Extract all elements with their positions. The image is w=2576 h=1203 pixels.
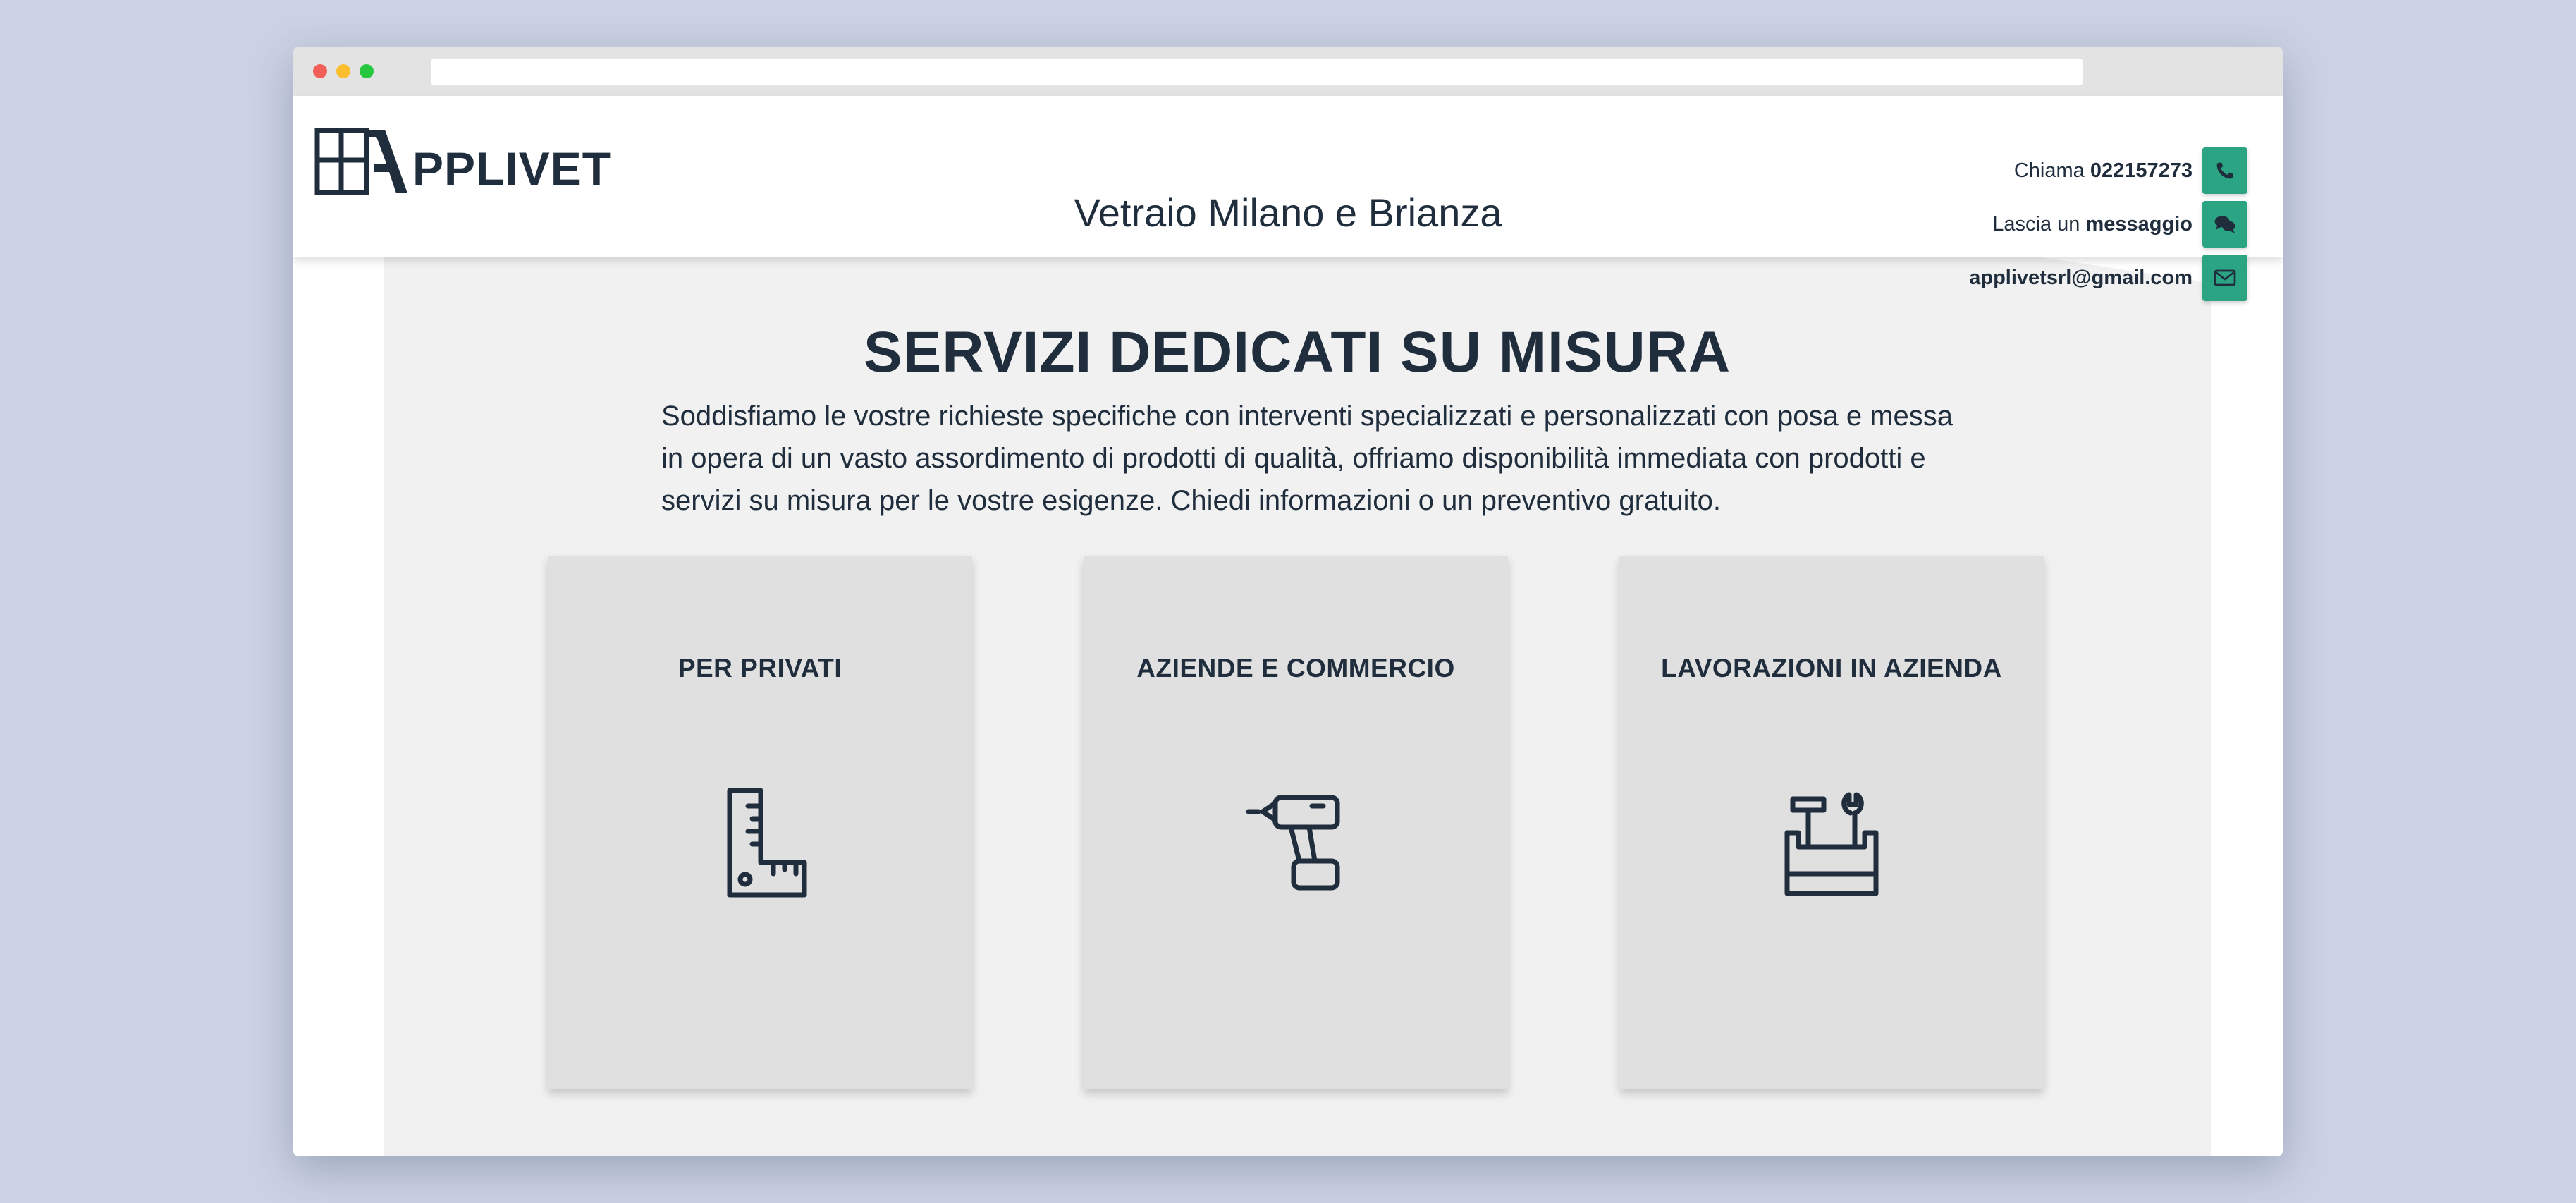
email-label[interactable]: applivetsrl@gmail.com [1969, 267, 2192, 290]
browser-window: PPLIVET Vetraio Milano e Brianza Chiama … [293, 47, 2283, 1156]
chat-bubbles-icon [2214, 216, 2235, 234]
maximize-window-dot[interactable] [360, 64, 374, 78]
message-button[interactable] [2202, 201, 2247, 248]
browser-chrome [293, 47, 2283, 96]
toolbox-icon [1784, 792, 1879, 896]
phone-icon [2216, 162, 2233, 179]
drill-icon [1246, 795, 1340, 891]
site-title: Vetraio Milano e Brianza [1074, 190, 1502, 235]
card-title: PER PRIVATI [677, 654, 842, 683]
message-label[interactable]: Lascia un messaggio [1992, 213, 2192, 236]
message-contact[interactable]: Lascia un messaggio [1992, 200, 2247, 248]
email-button[interactable] [2202, 255, 2247, 301]
site-header: PPLIVET Vetraio Milano e Brianza Chiama … [293, 96, 2283, 301]
call-contact[interactable]: Chiama 022157273 [2014, 147, 2247, 195]
service-card-aziende[interactable]: AZIENDE E COMMERCIO [1084, 556, 1508, 1089]
ruler-square-icon [727, 788, 807, 898]
logo-window-a-icon [314, 128, 407, 195]
card-title: AZIENDE E COMMERCIO [1136, 654, 1455, 683]
email-contact[interactable]: applivetsrl@gmail.com [1969, 254, 2247, 302]
service-card-privati[interactable]: PER PRIVATI [548, 556, 972, 1089]
card-title: LAVORAZIONI IN AZIENDA [1661, 654, 2002, 683]
address-bar[interactable] [431, 59, 2083, 85]
section-title: SERVIZI DEDICATI SU MISURA [863, 320, 1731, 384]
call-button[interactable] [2202, 147, 2247, 194]
close-window-dot[interactable] [313, 64, 327, 78]
envelope-icon [2214, 269, 2236, 286]
service-card-lavorazioni[interactable]: LAVORAZIONI IN AZIENDA [1619, 556, 2044, 1089]
section-intro: Soddisfiamo le vostre richieste specific… [661, 401, 1954, 516]
services-section: SERVIZI DEDICATI SU MISURA Soddisfiamo l… [384, 257, 2211, 1156]
logo-text: PPLIVET [412, 142, 612, 195]
logo[interactable]: PPLIVET [314, 127, 611, 197]
minimize-window-dot[interactable] [336, 64, 350, 78]
call-label[interactable]: Chiama 022157273 [2014, 159, 2192, 183]
